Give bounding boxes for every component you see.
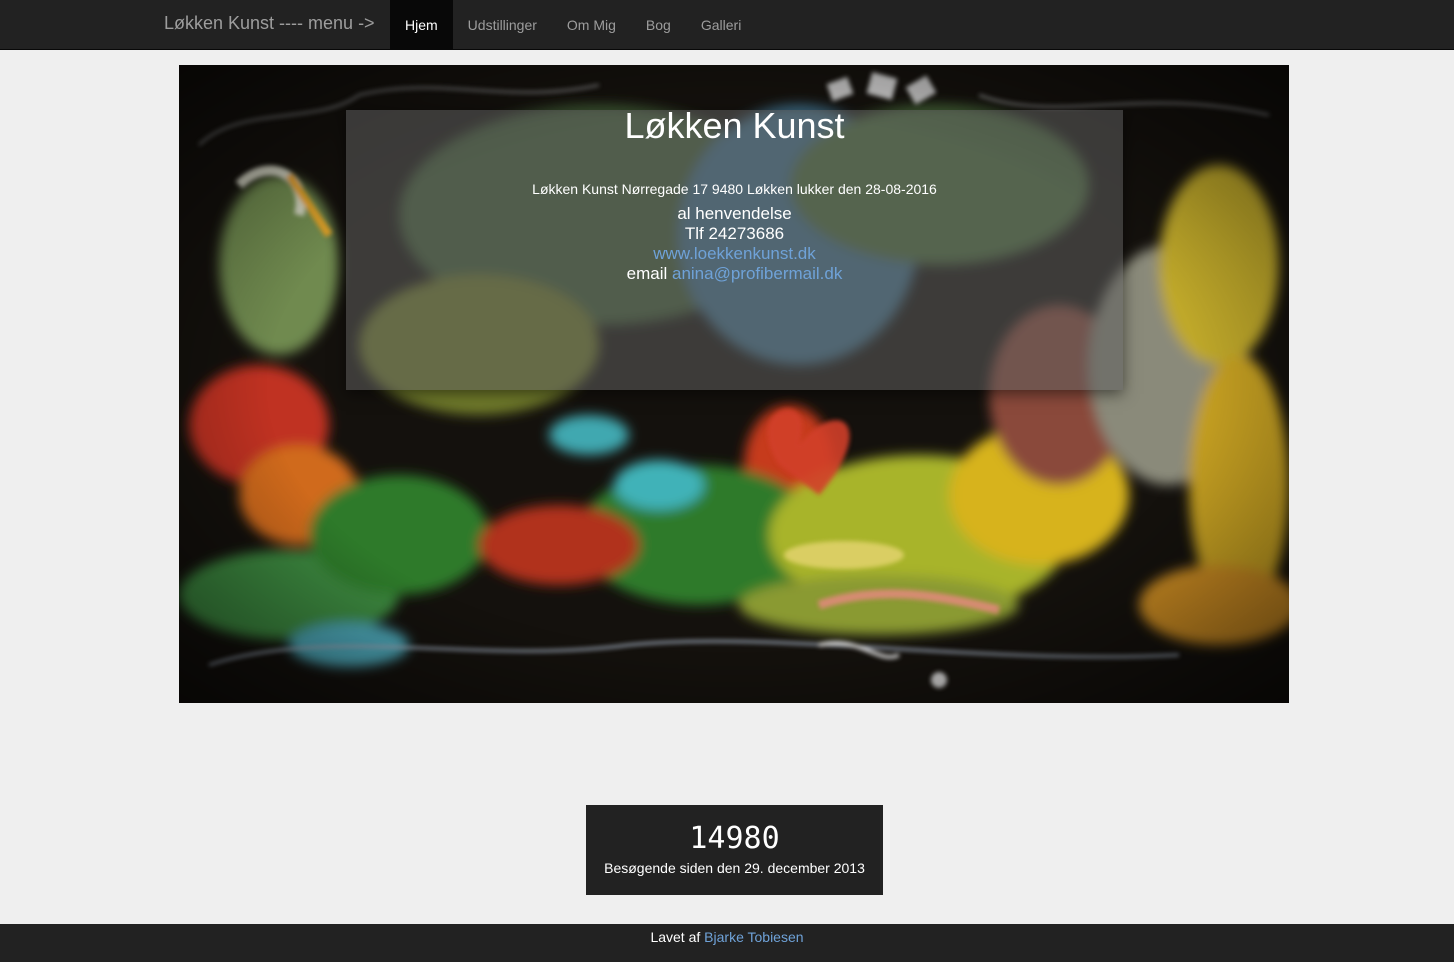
visitor-counter: 14980 Besøgende siden den 29. december 2… <box>586 805 883 895</box>
nav-item-bog[interactable]: Bog <box>631 0 686 50</box>
hero-contact-line: al henvendelse <box>677 204 792 223</box>
footer-author-link[interactable]: Bjarke Tobiesen <box>704 929 803 945</box>
hero-painting: Løkken Kunst Løkken Kunst Nørregade 17 9… <box>179 65 1289 703</box>
nav-item-udstillinger[interactable]: Udstillinger <box>453 0 552 50</box>
email-label: email <box>626 264 668 283</box>
visitor-count: 14980 <box>689 821 780 856</box>
nav-item-om-mig[interactable]: Om Mig <box>552 0 631 50</box>
hero-info-card: Løkken Kunst Løkken Kunst Nørregade 17 9… <box>346 105 1123 390</box>
hero-phone: Tlf 24273686 <box>684 224 785 243</box>
website-link[interactable]: www.loekkenkunst.dk <box>653 244 816 263</box>
hero-address: Løkken Kunst Nørregade 17 9480 Løkken lu… <box>532 181 937 197</box>
footer-prefix: Lavet af <box>650 929 701 945</box>
page-footer: Lavet af Bjarke Tobiesen <box>0 924 1454 962</box>
email-link[interactable]: anina@profibermail.dk <box>672 264 842 283</box>
top-navbar: Løkken Kunst ---- menu -> Hjem Udstillin… <box>0 0 1454 50</box>
nav-item-galleri[interactable]: Galleri <box>686 0 756 50</box>
hero-title: Løkken Kunst <box>624 105 845 146</box>
nav-menu: Hjem Udstillinger Om Mig Bog Galleri <box>390 0 756 50</box>
nav-item-hjem[interactable]: Hjem <box>390 0 453 50</box>
visitor-count-label: Besøgende siden den 29. december 2013 <box>604 860 865 876</box>
navbar-brand[interactable]: Løkken Kunst ---- menu -> <box>164 13 375 34</box>
